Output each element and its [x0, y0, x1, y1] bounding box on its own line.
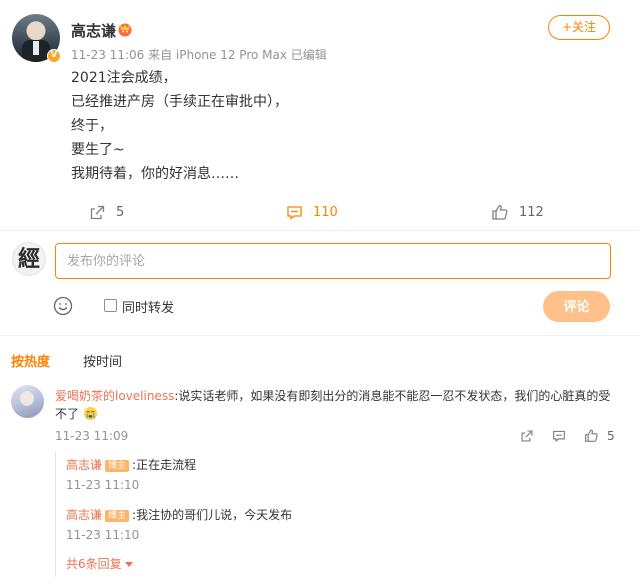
comment-actions: 5	[520, 428, 615, 443]
author-badge: 博主	[105, 510, 130, 522]
more-replies-link[interactable]: 共6条回复	[66, 555, 134, 572]
tab-sort-hot[interactable]: 按热度	[11, 351, 50, 370]
comment-text: 爱喝奶茶的loveliness:说实话老师，如果没有即刻出分的消息能不能忍一忍不…	[55, 387, 615, 423]
reply-text: :正在走流程	[132, 458, 197, 472]
more-replies-label: 共6条回复	[66, 557, 122, 571]
post-line: 已经推进产房（手续正在审批中），	[71, 94, 288, 110]
reply-time: 11-23 11:10	[66, 478, 140, 492]
caret-down-icon	[125, 562, 134, 567]
vip-crown-icon	[118, 23, 132, 37]
verified-badge-icon: V	[47, 49, 61, 63]
divider	[0, 335, 639, 336]
comment-icon	[287, 205, 302, 220]
comment-time: 11-23 11:09	[55, 429, 129, 443]
repost-checkbox[interactable]	[104, 299, 117, 312]
submit-comment-button[interactable]: 评论	[543, 291, 610, 322]
comment-like-button[interactable]: 5	[584, 428, 615, 443]
post-text: 2021注会成绩， 已经推进产房（手续正在审批中）， 终于， 要生了~ 我期待着…	[71, 66, 288, 186]
post-line: 2021注会成绩，	[71, 70, 177, 86]
reply-author[interactable]: 高志谦	[66, 508, 102, 522]
divider	[0, 230, 639, 231]
thumbs-up-icon	[585, 429, 598, 442]
comment-input[interactable]	[55, 243, 611, 279]
thumbs-up-icon	[492, 204, 508, 220]
repost-button[interactable]: 5	[89, 201, 124, 223]
post-line: 我期待着，你的好消息……	[71, 166, 239, 182]
post-meta: 11-23 11:06 来自 iPhone 12 Pro Max 已编辑	[71, 48, 327, 62]
follow-button[interactable]: +关注	[548, 15, 610, 40]
comment-button[interactable]: 110	[286, 201, 338, 223]
repost-icon	[90, 205, 105, 219]
repost-checkbox-label[interactable]: 同时转发	[122, 297, 174, 316]
commenter-name[interactable]: 爱喝奶茶的loveliness	[55, 389, 174, 403]
tab-sort-time[interactable]: 按时间	[83, 351, 122, 370]
reply-item: 高志谦 博主:我注协的哥们儿说，今天发布	[66, 506, 292, 523]
reply-item: 高志谦 博主:正在走流程	[66, 456, 196, 473]
reply-list: 高志谦 博主:正在走流程 11-23 11:10 高志谦 博主:我注协的哥们儿说，今…	[55, 452, 615, 577]
comment-like-count: 5	[607, 428, 615, 443]
reply-text: :我注协的哥们儿说，今天发布	[132, 508, 293, 522]
crying-emoji-icon	[83, 406, 97, 421]
reply-icon[interactable]	[552, 429, 566, 443]
emoji-icon[interactable]	[53, 296, 73, 316]
author-badge: 博主	[105, 460, 130, 472]
post-line: 终于，	[71, 118, 113, 134]
post-line: 要生了~	[71, 142, 125, 158]
like-button[interactable]: 112	[491, 201, 544, 223]
reply-author[interactable]: 高志谦	[66, 458, 102, 472]
commenter-avatar[interactable]	[11, 385, 44, 418]
repost-icon[interactable]	[520, 429, 534, 443]
comment-count: 110	[313, 204, 338, 220]
like-count: 112	[519, 204, 544, 220]
repost-count: 5	[116, 204, 125, 220]
avatar-shirt	[33, 41, 39, 55]
author-name[interactable]: 高志谦	[71, 20, 116, 41]
reply-time: 11-23 11:10	[66, 528, 140, 542]
my-avatar[interactable]: 經	[12, 242, 46, 276]
